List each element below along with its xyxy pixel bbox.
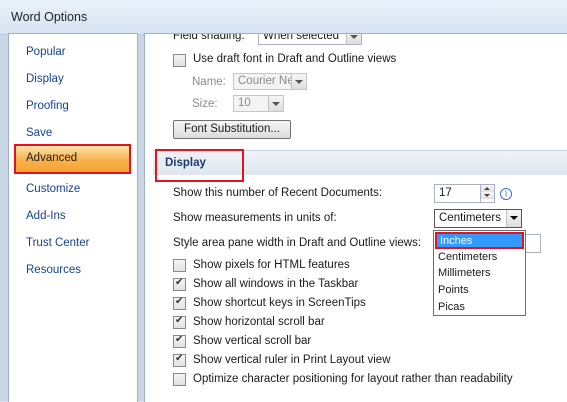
font-size-value: 10 (238, 97, 251, 109)
sidebar-item-advanced[interactable]: Advanced (14, 144, 131, 174)
options-panel: Field shading: When selected Use draft f… (144, 33, 567, 402)
title-bar: Word Options (0, 0, 567, 35)
sidebar-item-popular[interactable]: Popular (26, 46, 66, 58)
show-shortcut-keys-label: Show shortcut keys in ScreenTips (193, 297, 366, 309)
horizontal-scroll-label: Show horizontal scroll bar (193, 316, 325, 328)
measurement-units-select[interactable]: Centimeters (434, 209, 522, 228)
sidebar-item-save[interactable]: Save (26, 127, 52, 139)
info-icon[interactable]: i (500, 188, 512, 200)
recent-documents-spinner[interactable]: 17 (434, 184, 495, 203)
spinner-up-icon[interactable] (481, 185, 494, 192)
draft-font-label: Use draft font in Draft and Outline view… (193, 53, 397, 65)
option-points[interactable]: Points (438, 284, 469, 296)
recent-documents-label: Show this number of Recent Documents: (173, 187, 383, 199)
show-all-windows-checkbox[interactable] (173, 277, 186, 291)
field-shading-select[interactable]: When selected (258, 33, 362, 45)
spinner-buttons[interactable] (480, 185, 494, 202)
optimize-positioning-checkbox[interactable] (173, 373, 186, 386)
chevron-down-icon[interactable] (346, 34, 361, 44)
vertical-ruler-label: Show vertical ruler in Print Layout view (193, 354, 391, 366)
sidebar-item-display[interactable]: Display (26, 73, 64, 85)
show-all-windows-label: Show all windows in the Taskbar (193, 278, 359, 290)
measurement-units-label: Show measurements in units of: (173, 212, 337, 224)
option-inches[interactable]: Inches (435, 232, 524, 249)
sidebar-item-resources[interactable]: Resources (26, 264, 81, 276)
font-name-label: Name: (192, 76, 226, 88)
spinner-down-icon[interactable] (481, 192, 494, 199)
option-millimeters[interactable]: Millimeters (438, 267, 491, 279)
window-title: Word Options (11, 10, 88, 24)
option-centimeters[interactable]: Centimeters (438, 251, 497, 263)
sidebar: Popular Display Proofing Save Advanced C… (8, 33, 138, 402)
show-pixels-label: Show pixels for HTML features (193, 259, 350, 271)
option-picas[interactable]: Picas (438, 301, 465, 313)
chevron-down-icon[interactable] (506, 210, 521, 227)
draft-font-checkbox[interactable] (173, 54, 186, 67)
optimize-positioning-label: Optimize character positioning for layou… (193, 373, 513, 385)
style-area-label: Style area pane width in Draft and Outli… (173, 237, 422, 249)
vertical-scroll-label: Show vertical scroll bar (193, 335, 312, 347)
measurement-units-dropdown[interactable]: Inches Centimeters Millimeters Points Pi… (433, 230, 526, 316)
vertical-ruler-checkbox[interactable] (173, 353, 186, 367)
recent-documents-value: 17 (439, 187, 452, 199)
sidebar-item-customize[interactable]: Customize (26, 183, 80, 195)
horizontal-scroll-checkbox[interactable] (173, 315, 186, 329)
chevron-down-icon[interactable] (291, 74, 306, 89)
vertical-scroll-checkbox[interactable] (173, 334, 186, 348)
sidebar-item-trust-center[interactable]: Trust Center (26, 237, 89, 249)
display-highlight (155, 149, 244, 182)
measurement-units-value: Centimeters (439, 212, 501, 224)
sidebar-item-proofing[interactable]: Proofing (26, 100, 69, 112)
font-size-select[interactable]: 10 (233, 95, 284, 112)
font-size-label: Size: (192, 98, 218, 110)
show-shortcut-keys-checkbox[interactable] (173, 296, 186, 310)
show-pixels-checkbox[interactable] (173, 259, 186, 272)
chevron-down-icon[interactable] (268, 96, 283, 111)
field-shading-label: Field shading: (173, 33, 245, 42)
sidebar-item-add-ins[interactable]: Add-Ins (26, 210, 66, 222)
font-name-select[interactable]: Courier New (233, 73, 307, 90)
field-shading-value: When selected (263, 33, 340, 42)
font-substitution-button[interactable]: Font Substitution... (173, 120, 291, 139)
